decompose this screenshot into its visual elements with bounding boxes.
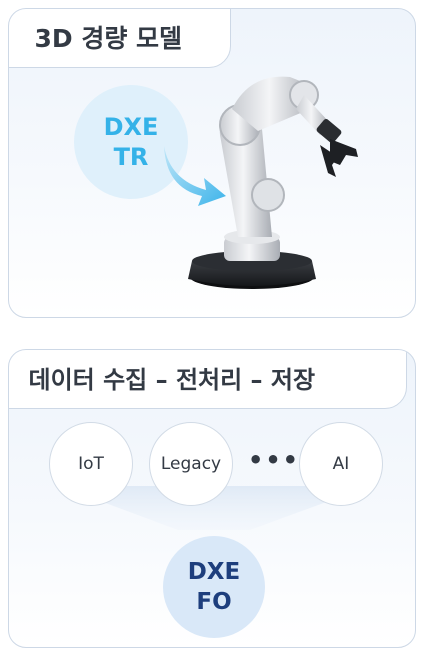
source-legacy: Legacy (149, 422, 233, 506)
dxe-fo-line2: FO (196, 589, 232, 615)
source-ai: AI (299, 422, 383, 506)
dxe-fo-badge: DXE FO (163, 536, 265, 638)
ellipsis-icon: ••• (248, 446, 301, 474)
dxe-fo-line1: DXE (187, 559, 241, 585)
source-iot: IoT (49, 422, 133, 506)
